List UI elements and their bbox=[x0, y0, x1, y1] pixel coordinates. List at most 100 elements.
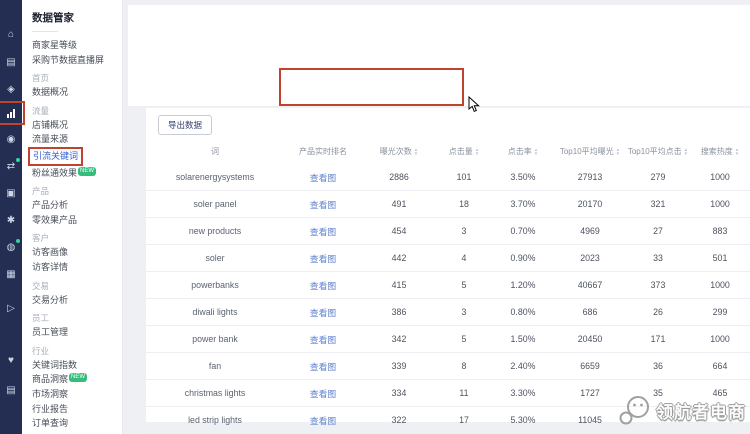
column-header: 产品实时排名 bbox=[284, 147, 362, 156]
sidebar-item-label: 零效果产品 bbox=[32, 215, 77, 225]
bell-icon[interactable]: ◍ bbox=[0, 239, 22, 257]
column-header[interactable]: 曝光次数▲▼ bbox=[362, 147, 436, 156]
column-header-label: 点击量 bbox=[449, 147, 473, 156]
sidebar-item[interactable]: 员工管理 bbox=[32, 325, 122, 340]
sidebar-item[interactable]: 商品洞察NEW bbox=[32, 372, 122, 387]
view-rank-link[interactable]: 查看图 bbox=[310, 227, 336, 237]
clicks-cell: 5 bbox=[436, 334, 492, 344]
view-rank-link[interactable]: 查看图 bbox=[310, 200, 336, 210]
bag-icon[interactable]: ▣ bbox=[0, 185, 22, 203]
watermark-text: 领航者电商 bbox=[656, 398, 746, 423]
sort-icon[interactable]: ▲▼ bbox=[684, 148, 688, 156]
search-heat-cell: 1000 bbox=[690, 280, 750, 290]
sort-icon[interactable]: ▲▼ bbox=[475, 148, 479, 156]
clicks-cell: 3 bbox=[436, 307, 492, 317]
sidebar-section-label: 交易 bbox=[32, 279, 122, 293]
sort-icon[interactable]: ▲▼ bbox=[414, 148, 418, 156]
view-rank-link[interactable]: 查看图 bbox=[310, 362, 336, 372]
sidebar-title: 数据管家 bbox=[32, 10, 122, 25]
sidebar-section-label: 员工 bbox=[32, 311, 122, 325]
user-icon[interactable]: ◉ bbox=[0, 131, 22, 149]
exposure-cell: 2886 bbox=[362, 172, 436, 182]
sidebar-item[interactable]: 流量来源 bbox=[32, 132, 122, 147]
sidebar-item[interactable]: 关键词指数 bbox=[32, 358, 122, 373]
exposure-cell: 386 bbox=[362, 307, 436, 317]
gear-icon[interactable]: ✱ bbox=[0, 212, 22, 230]
exposure-cell: 454 bbox=[362, 226, 436, 236]
sort-icon[interactable]: ▲▼ bbox=[616, 148, 620, 156]
sidebar-item[interactable]: 商家星等级 bbox=[32, 38, 122, 53]
exposure-cell: 342 bbox=[362, 334, 436, 344]
sidebar-item[interactable]: 市场洞察 bbox=[32, 387, 122, 402]
column-header[interactable]: 点击量▲▼ bbox=[436, 147, 492, 156]
analytics-chart-icon[interactable] bbox=[0, 104, 22, 122]
sort-icon[interactable]: ▲▼ bbox=[534, 148, 538, 156]
column-header[interactable]: Top10平均点击▲▼ bbox=[626, 147, 690, 156]
heart-icon[interactable]: ♥ bbox=[0, 352, 22, 370]
sidebar-item-label: 粉丝通效果 bbox=[32, 168, 77, 178]
view-rank-link[interactable]: 查看图 bbox=[310, 281, 336, 291]
clicks-cell: 11 bbox=[436, 388, 492, 398]
mouse-cursor bbox=[468, 96, 480, 118]
column-header[interactable]: Top10平均曝光▲▼ bbox=[554, 147, 626, 156]
sidebar-item[interactable]: 订单查询 bbox=[32, 416, 122, 431]
sort-icon[interactable]: ▲▼ bbox=[735, 148, 739, 156]
view-rank-link[interactable]: 查看图 bbox=[310, 416, 336, 426]
box-icon[interactable]: ▦ bbox=[0, 266, 22, 284]
rank-view-cell: 查看图 bbox=[284, 252, 362, 265]
sidebar-item-label: 访客详情 bbox=[32, 262, 68, 272]
sidebar-item-label: 采购节数据直播屏 bbox=[32, 55, 104, 65]
view-rank-link[interactable]: 查看图 bbox=[310, 335, 336, 345]
sidebar-item-label: 商家星等级 bbox=[32, 40, 77, 50]
keyword-cell: power bank bbox=[146, 334, 284, 344]
sidebar-item[interactable]: 采购节数据直播屏 bbox=[32, 53, 122, 68]
column-header[interactable]: 搜索热度▲▼ bbox=[690, 147, 750, 156]
table-header-row: 词产品实时排名曝光次数▲▼点击量▲▼点击率▲▼Top10平均曝光▲▼Top10平… bbox=[146, 140, 750, 164]
top10-clicks-cell: 321 bbox=[626, 199, 690, 209]
table-row: soler查看图44240.90%202333501 bbox=[146, 245, 750, 272]
table-row: power bank查看图34251.50%204501711000 bbox=[146, 326, 750, 353]
monitor-icon[interactable]: ▤ bbox=[0, 54, 22, 72]
view-rank-link[interactable]: 查看图 bbox=[310, 173, 336, 183]
exposure-cell: 322 bbox=[362, 415, 436, 425]
sidebar-item-label: 流量来源 bbox=[32, 134, 68, 144]
sidebar-item[interactable]: 交易分析 bbox=[32, 293, 122, 308]
sidebar-section-label: 产品 bbox=[32, 184, 122, 198]
column-header[interactable]: 点击率▲▼ bbox=[492, 147, 554, 156]
column-header: 词 bbox=[146, 147, 284, 156]
sidebar-item[interactable]: 引流关键词 bbox=[32, 147, 122, 166]
view-rank-link[interactable]: 查看图 bbox=[310, 308, 336, 318]
sidebar-item[interactable]: 行业报告 bbox=[32, 402, 122, 417]
view-rank-link[interactable]: 查看图 bbox=[310, 389, 336, 399]
sidebar-item-label: 关键词指数 bbox=[32, 360, 77, 370]
clicks-cell: 4 bbox=[436, 253, 492, 263]
share-icon[interactable]: ⇄ bbox=[0, 158, 22, 176]
sidebar-item-label: 市场洞察 bbox=[32, 389, 68, 399]
clicks-cell: 17 bbox=[436, 415, 492, 425]
keyword-cell: christmas lights bbox=[146, 388, 284, 398]
keyword-cell: soler bbox=[146, 253, 284, 263]
sidebar-item[interactable]: 访客详情 bbox=[32, 260, 122, 275]
home-icon[interactable]: ⌂ bbox=[0, 26, 22, 44]
table-row: solarenergysystems查看图28861013.50%2791327… bbox=[146, 164, 750, 191]
search-heat-cell: 664 bbox=[690, 361, 750, 371]
send-icon[interactable]: ▷ bbox=[0, 300, 22, 318]
briefcase-icon[interactable]: ▤ bbox=[0, 382, 22, 400]
sidebar-item[interactable]: 访客画像 bbox=[32, 245, 122, 260]
top10-clicks-cell: 279 bbox=[626, 172, 690, 182]
sidebar-item[interactable]: 产品分析 bbox=[32, 198, 122, 213]
ctr-cell: 1.50% bbox=[492, 334, 554, 344]
sidebar-section-label: 客户 bbox=[32, 231, 122, 245]
view-rank-link[interactable]: 查看图 bbox=[310, 254, 336, 264]
sidebar-item[interactable]: 粉丝通效果NEW bbox=[32, 166, 122, 181]
sidebar-item-label: 订单查询 bbox=[32, 418, 68, 428]
export-data-button[interactable]: 导出数据 bbox=[158, 115, 212, 135]
top10-exposure-cell: 686 bbox=[554, 307, 626, 317]
sidebar-item[interactable]: 店铺概况 bbox=[32, 118, 122, 133]
sidebar-item-label: 店铺概况 bbox=[32, 120, 68, 130]
search-heat-cell: 1000 bbox=[690, 334, 750, 344]
sidebar-item[interactable]: 数据概况 bbox=[32, 85, 122, 100]
top10-exposure-cell: 20450 bbox=[554, 334, 626, 344]
sidebar-item[interactable]: 零效果产品 bbox=[32, 213, 122, 228]
shield-icon[interactable]: ◈ bbox=[0, 81, 22, 99]
